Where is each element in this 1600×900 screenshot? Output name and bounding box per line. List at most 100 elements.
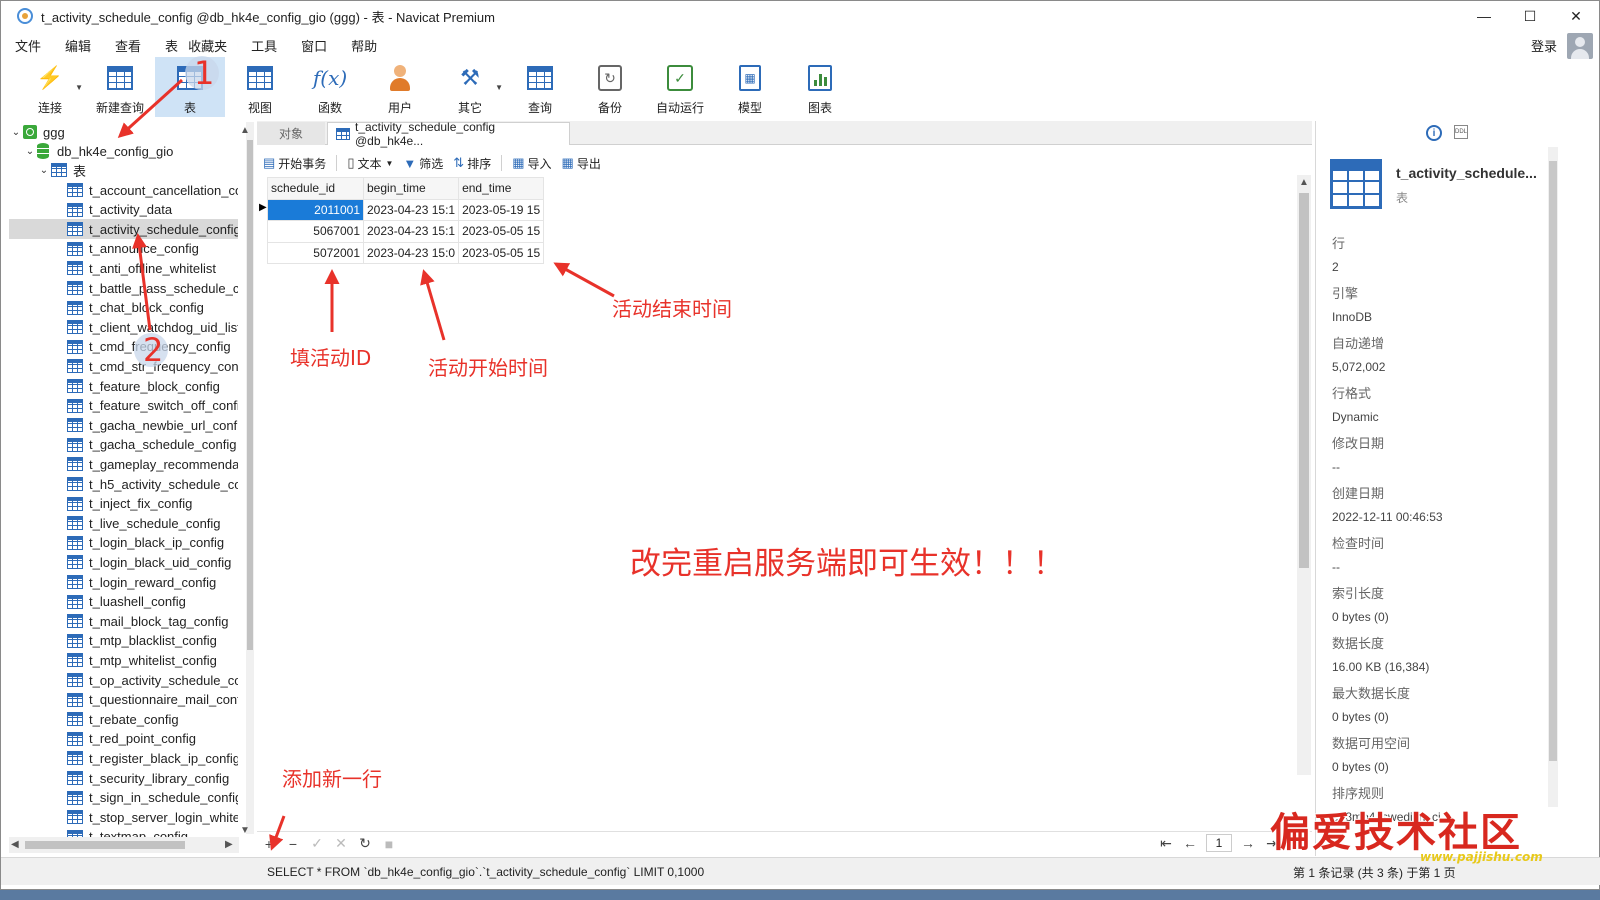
table-cell[interactable]: 5067001 <box>267 220 364 243</box>
collapse-icon[interactable]: ⌄ <box>23 146 37 157</box>
tree-table-item[interactable]: t_feature_switch_off_config <box>9 396 238 416</box>
tree-table-item[interactable]: t_register_black_ip_config <box>9 748 238 768</box>
menu-window[interactable]: 窗口 <box>289 36 339 55</box>
apply-icon[interactable]: ✓ <box>305 835 329 852</box>
tree-table-item[interactable]: t_questionnaire_mail_confi <box>9 690 238 710</box>
scrollbar-thumb[interactable] <box>1549 161 1557 761</box>
table-row[interactable]: 2011001 2023-04-23 15:1 2023-05-19 15 <box>267 198 545 221</box>
delete-row-icon[interactable]: − <box>281 836 305 852</box>
scroll-up-icon[interactable]: ▲ <box>240 125 250 136</box>
scroll-up-icon[interactable]: ▲ <box>1299 177 1309 188</box>
toolbar-model-button[interactable]: ▦ 模型 <box>715 57 785 117</box>
tree-table-item[interactable]: t_client_watchdog_uid_list_ <box>9 317 238 337</box>
tree-table-item[interactable]: t_anti_offline_whitelist <box>9 258 238 278</box>
tree-table-item[interactable]: t_activity_data <box>9 200 238 220</box>
menu-edit[interactable]: 编辑 <box>53 36 103 55</box>
import-button[interactable]: ▦ 导入 <box>512 155 551 172</box>
table-cell[interactable]: 2011001 <box>267 198 364 221</box>
info-icon[interactable]: i <box>1426 125 1442 141</box>
menu-tools[interactable]: 工具 <box>239 36 289 55</box>
tree-table-item[interactable]: t_battle_pass_schedule_coi <box>9 278 238 298</box>
tree-table-item[interactable]: t_sign_in_schedule_config <box>9 788 238 808</box>
stop-icon[interactable]: ■ <box>377 836 401 852</box>
tree-table-item[interactable]: t_cmd_str_frequency_confi <box>9 356 238 376</box>
tab-table-data[interactable]: t_activity_schedule_config @db_hk4e... <box>327 120 570 148</box>
menu-table[interactable]: 表 <box>153 36 182 55</box>
toolbar-user-button[interactable]: 用户 <box>365 57 435 117</box>
column-header[interactable]: end_time <box>458 177 545 200</box>
tree-table-item[interactable]: t_feature_block_config <box>9 376 238 396</box>
tree-table-item[interactable]: t_login_black_ip_config <box>9 533 238 553</box>
scrollbar-thumb[interactable] <box>247 140 253 650</box>
scrollbar-thumb[interactable] <box>1299 193 1309 568</box>
tree-table-item[interactable]: t_login_reward_config <box>9 572 238 592</box>
first-page-icon[interactable]: ⇤ <box>1154 835 1178 852</box>
previous-page-icon[interactable]: ← <box>1178 835 1202 851</box>
tree-table-item[interactable]: t_live_schedule_config <box>9 513 238 533</box>
login-link[interactable]: 登录 <box>1531 36 1557 55</box>
info-vertical-scrollbar[interactable] <box>1548 147 1558 807</box>
toolbar-other-button[interactable]: ⚒ 其它 ▼ <box>435 57 505 117</box>
table-cell[interactable]: 2023-04-23 15:0 <box>362 241 460 264</box>
scroll-left-icon[interactable]: ◀ <box>11 839 19 850</box>
grid-vertical-scrollbar[interactable]: ▲ <box>1297 175 1311 775</box>
tree-table-item[interactable]: t_cmd_frequency_config <box>9 337 238 357</box>
tree-table-item[interactable]: t_stop_server_login_white_ <box>9 807 238 827</box>
tree-table-item[interactable]: t_op_activity_schedule_con <box>9 670 238 690</box>
tree-table-item[interactable]: t_mtp_blacklist_config <box>9 631 238 651</box>
ddl-icon[interactable]: DDL <box>1454 125 1468 139</box>
minimize-button[interactable]: — <box>1461 1 1507 31</box>
column-header[interactable]: schedule_id <box>267 177 364 200</box>
tree-table-item[interactable]: t_announce_config <box>9 239 238 259</box>
tree-vertical-scrollbar[interactable] <box>246 122 254 834</box>
next-page-icon[interactable]: → <box>1236 835 1260 851</box>
menu-favorites[interactable]: 收藏夹 <box>182 36 239 55</box>
tab-objects[interactable]: 对象 <box>257 122 325 145</box>
tree-table-item[interactable]: t_mail_block_tag_config <box>9 611 238 631</box>
tree-table-item[interactable]: t_gacha_schedule_config <box>9 435 238 455</box>
table-cell[interactable]: 5072001 <box>267 241 364 264</box>
collapse-icon[interactable]: ⌄ <box>9 127 23 138</box>
tree-table-item[interactable]: t_luashell_config <box>9 592 238 612</box>
begin-transaction-button[interactable]: ▤ 开始事务 <box>263 155 326 172</box>
tree-horizontal-scrollbar[interactable]: ◀ ▶ <box>9 837 239 853</box>
close-button[interactable]: ✕ <box>1553 1 1599 31</box>
tree-table-item[interactable]: t_activity_schedule_config <box>9 219 238 240</box>
toolbar-connect-button[interactable]: ⚡ 连接 ▼ <box>15 57 85 117</box>
tree-database[interactable]: ⌄ db_hk4e_config_gio <box>9 141 238 161</box>
tree-table-item[interactable]: t_security_library_config <box>9 768 238 788</box>
scroll-down-icon[interactable]: ▼ <box>240 825 250 836</box>
tree-table-item[interactable]: t_red_point_config <box>9 729 238 749</box>
toolbar-new-query-button[interactable]: 新建查询 <box>85 57 155 117</box>
table-cell[interactable]: 2023-05-05 15 <box>458 220 545 243</box>
tree-table-item[interactable]: t_h5_activity_schedule_cont <box>9 474 238 494</box>
tree-table-item[interactable]: t_gameplay_recommendat <box>9 454 238 474</box>
tree-table-item[interactable]: t_gacha_newbie_url_config <box>9 415 238 435</box>
sort-button[interactable]: ⇅ 排序 <box>453 155 491 172</box>
toolbar-autorun-button[interactable]: ✓ 自动运行 <box>645 57 715 117</box>
menu-file[interactable]: 文件 <box>1 36 53 55</box>
maximize-button[interactable]: ☐ <box>1507 1 1553 31</box>
table-cell[interactable]: 2023-04-23 15:1 <box>362 220 460 243</box>
table-row[interactable]: 5067001 2023-04-23 15:1 2023-05-05 15 <box>267 220 545 243</box>
tree-table-item[interactable]: t_inject_fix_config <box>9 494 238 514</box>
column-header[interactable]: begin_time <box>362 177 460 200</box>
text-view-button[interactable]: ▯ 文本 ▼ <box>347 155 393 172</box>
tree-table-item[interactable]: t_login_black_uid_config <box>9 552 238 572</box>
menu-help[interactable]: 帮助 <box>339 36 389 55</box>
toolbar-query-button[interactable]: 查询 <box>505 57 575 117</box>
table-cell[interactable]: 2023-05-05 15 <box>458 241 545 264</box>
tree-table-item[interactable]: t_mtp_whitelist_config <box>9 650 238 670</box>
collapse-icon[interactable]: ⌄ <box>37 165 51 176</box>
tree-table-item[interactable]: t_chat_block_config <box>9 298 238 318</box>
tree-table-item[interactable]: t_account_cancellation_cor <box>9 180 238 200</box>
table-cell[interactable]: 2023-05-19 15 <box>458 198 545 221</box>
add-row-icon[interactable]: + <box>257 836 281 852</box>
tree-tables-folder[interactable]: ⌄ 表 <box>9 160 238 180</box>
filter-button[interactable]: ▼ 筛选 <box>403 155 443 172</box>
menu-view[interactable]: 查看 <box>103 36 153 55</box>
discard-icon[interactable]: ✕ <box>329 835 353 852</box>
page-number-input[interactable]: 1 <box>1206 834 1232 852</box>
toolbar-chart-button[interactable]: 图表 <box>785 57 855 117</box>
table-cell[interactable]: 2023-04-23 15:1 <box>362 198 460 221</box>
